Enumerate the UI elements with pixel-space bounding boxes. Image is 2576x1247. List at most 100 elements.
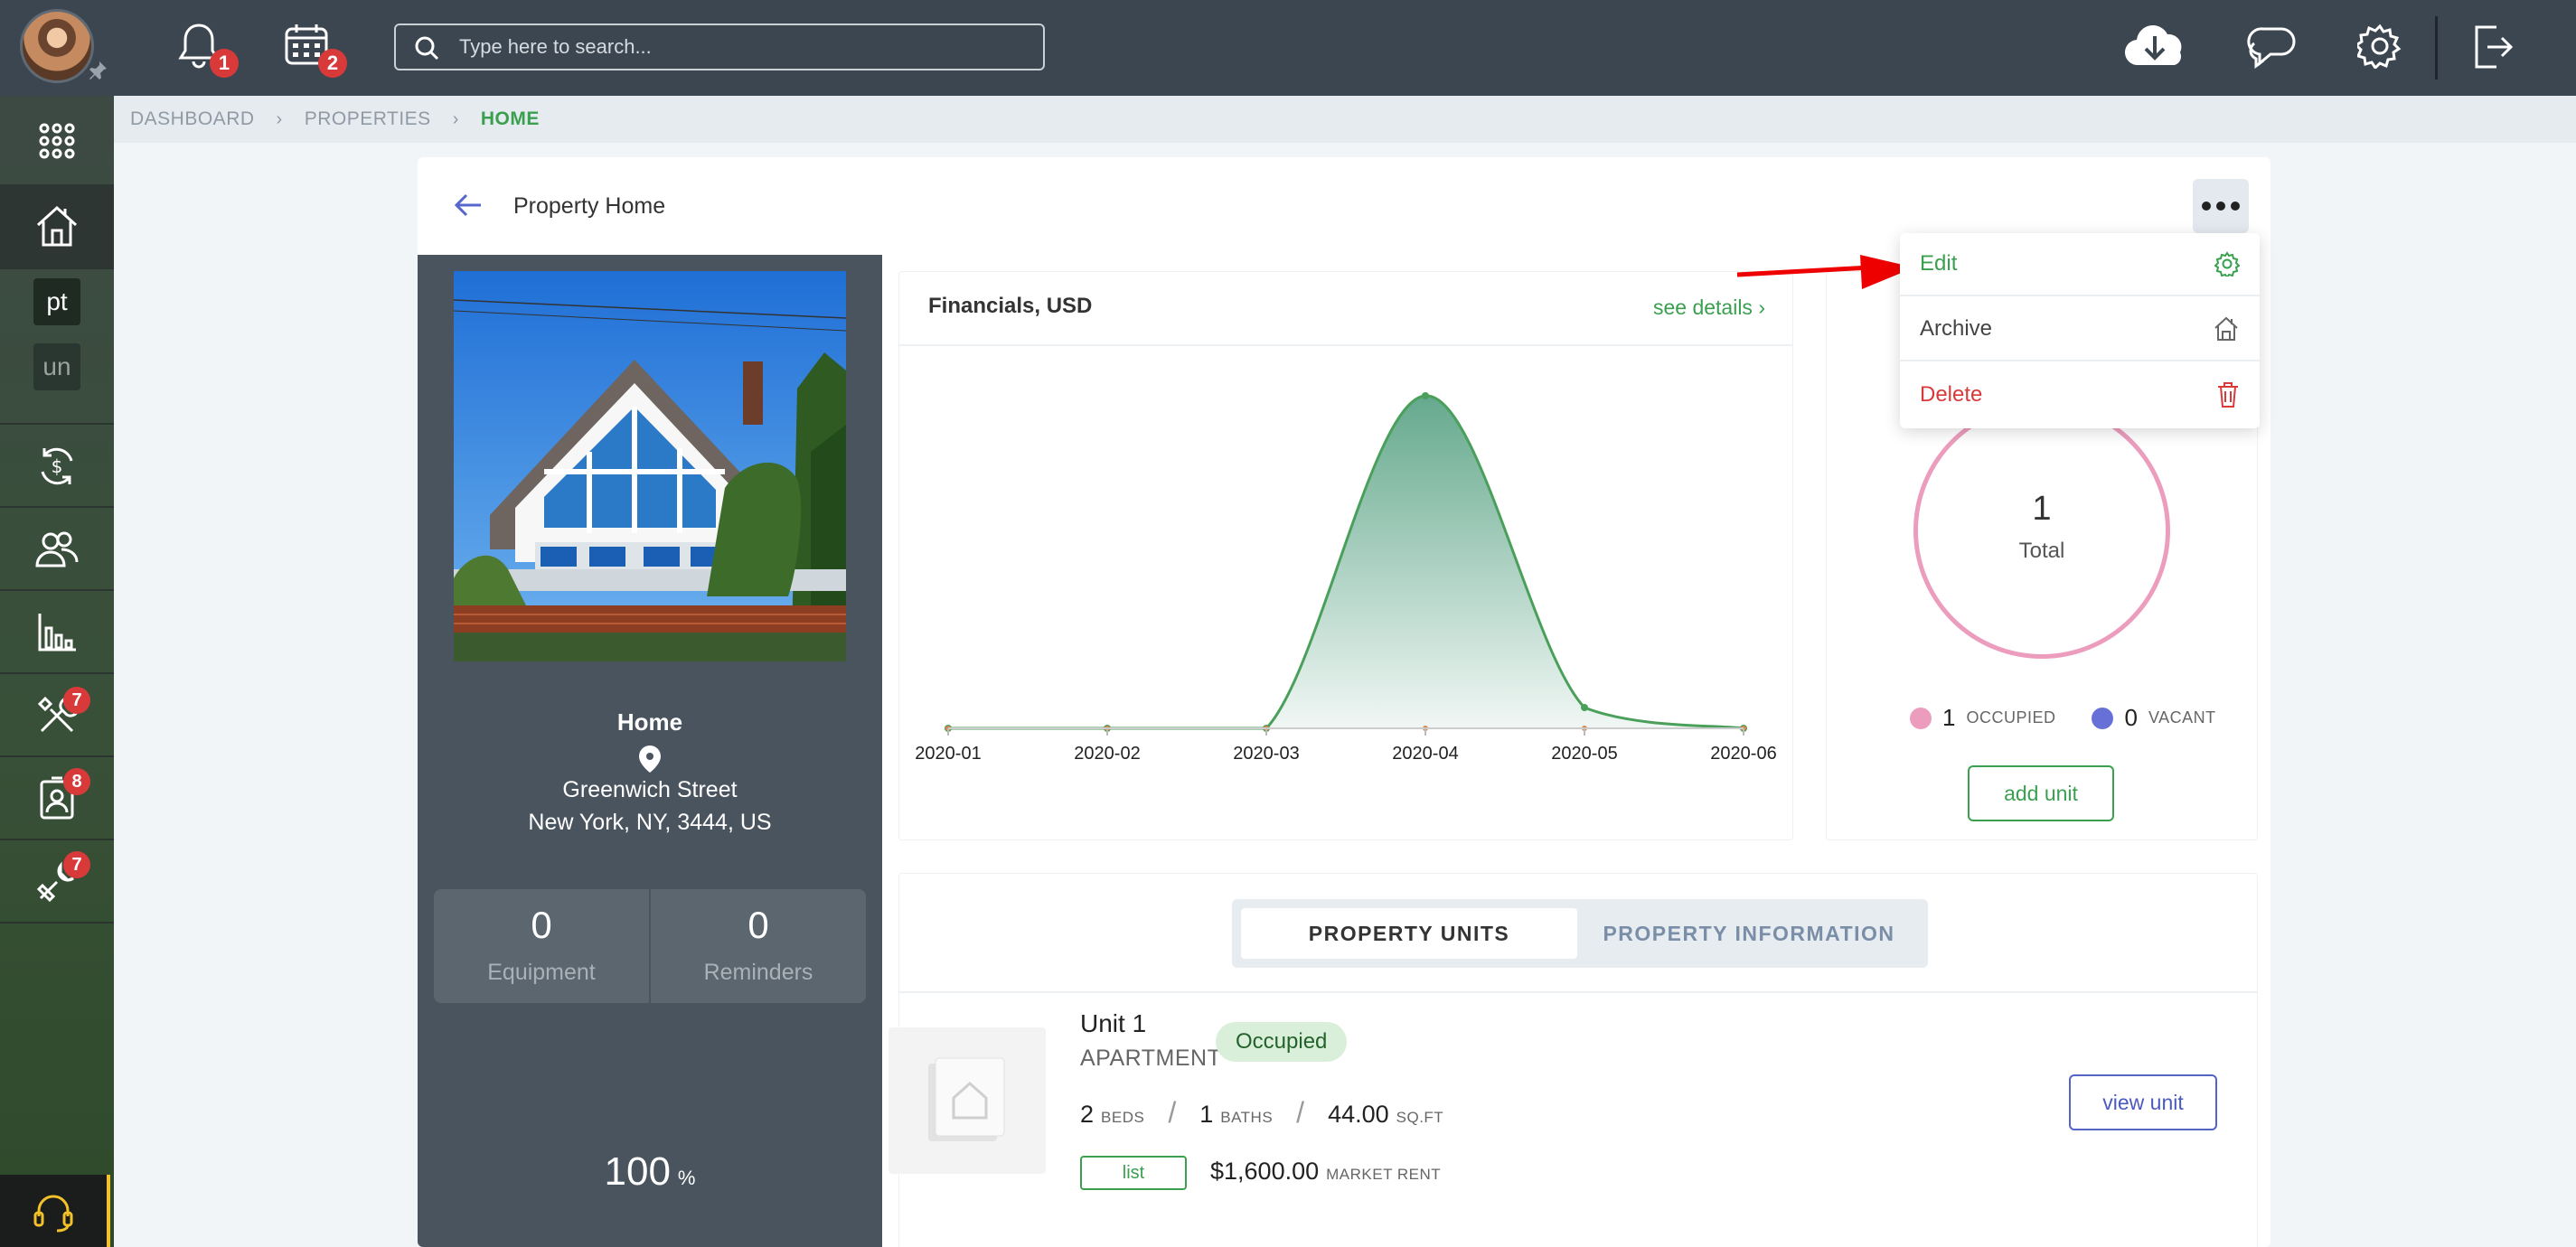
sidebar-item-contacts[interactable] [0,757,114,840]
vacant-count: 0 [2124,704,2138,731]
property-stats: 0 Equipment 0 Reminders [434,889,866,1003]
archive-house-icon [2214,316,2238,341]
unit-rent-label: MARKET RENT [1326,1166,1442,1183]
unit-name[interactable]: Unit 1 [1080,1009,1146,1038]
unit-status-badge: Occupied [1216,1022,1348,1062]
breadcrumb-bar: DASHBOARD › PROPERTIES › HOME [114,96,2576,143]
equipment-stat[interactable]: 0 Equipment [434,889,649,1003]
sidebar: pt un $ 7 8 7 [0,96,114,1247]
property-photo [454,271,846,661]
menu-item-delete[interactable]: Delete [1900,363,2260,427]
vacant-label: VACANT [2148,708,2216,727]
menu-item-delete-label: Delete [1920,382,1983,407]
location-pin-icon [639,745,661,773]
calendar-badge: 2 [318,49,347,78]
sidebar-item-properties[interactable] [0,184,114,267]
sidebar-item-pt[interactable]: pt [0,269,114,334]
unit-rent-value: $1,600.00 [1210,1158,1320,1185]
financials-chart: 2020-01 2020-02 2020-03 2020-04 2020-05 2020-… [915,392,1777,764]
unit-baths: 1 [1199,1101,1214,1128]
support-button[interactable] [0,1175,110,1247]
more-options-button[interactable] [2193,179,2249,233]
sidebar-item-pt-label: pt [33,278,80,325]
breadcrumb-properties[interactable]: PROPERTIES [305,108,431,130]
breadcrumb-dashboard[interactable]: DASHBOARD [130,108,255,130]
house-placeholder-icon [928,1057,1005,1141]
sidebar-item-reports[interactable] [0,591,114,674]
property-summary-panel: Home Greenwich Street New York, NY, 3444… [418,255,882,1247]
occupied-dot [1910,707,1932,729]
occupancy-legend: 1 OCCUPIED 0 VACANT [1910,704,2216,732]
see-details-link[interactable]: see details › [1653,295,1765,320]
financials-title: Financials, USD [928,294,1093,318]
total-units-label: Total [2018,539,2065,563]
unit-beds-label: BEDS [1101,1109,1145,1126]
sidebar-item-finance[interactable]: $ [0,425,114,508]
reminders-count: 0 [747,904,769,946]
occupied-label: OCCUPIED [1966,708,2056,727]
breadcrumb: DASHBOARD › PROPERTIES › HOME [130,108,540,130]
sidebar-item-services[interactable] [0,840,114,924]
settings-gear-icon[interactable] [2357,23,2402,69]
sidebar-item-maintenance[interactable] [0,674,114,757]
occupancy-percent-value: 100 [604,1149,671,1194]
svg-text:$: $ [52,455,63,477]
menu-item-archive[interactable]: Archive [1900,298,2260,361]
search-box [394,23,1045,70]
x-tick-label: 2020-06 [1710,744,1776,764]
data-point-0-4[interactable] [1581,704,1588,711]
page-title: Property Home [513,193,666,219]
sidebar-item-un[interactable]: un [0,334,114,399]
more-options-menu: Edit Archive Delete [1900,233,2260,428]
cloud-download-icon[interactable] [2124,22,2186,70]
unit-area-label: SQ.FT [1396,1109,1444,1126]
pin-icon[interactable] [87,60,108,81]
reminders-label: Reminders [703,960,813,985]
search-input[interactable] [459,25,1029,69]
unit-area: 44.00 [1328,1101,1389,1128]
notifications-button[interactable]: 1 [177,22,239,78]
sidebar-item-people[interactable] [0,508,114,591]
series-area [948,395,1744,728]
chevron-right-icon: › [1758,295,1765,319]
menu-item-edit-label: Edit [1920,251,1958,276]
unit-thumbnail[interactable] [888,1027,1046,1174]
unit-type: APARTMENT [1080,1045,1222,1071]
sidebar-services-badge: 7 [63,851,90,878]
sidebar-contacts-badge: 8 [63,768,90,795]
x-tick-label: 2020-04 [1392,744,1458,764]
money-cycle-icon: $ [41,447,73,485]
unit-baths-label: BATHS [1220,1109,1274,1126]
x-tick-label: 2020-05 [1551,744,1617,764]
x-tick-label: 2020-03 [1233,744,1299,764]
sidebar-maintenance-badge: 7 [63,687,90,714]
reminders-stat[interactable]: 0 Reminders [651,889,866,1003]
user-avatar[interactable] [20,9,94,83]
menu-item-edit[interactable]: Edit [1900,233,2260,296]
back-arrow-icon[interactable] [454,192,483,219]
sidebar-item-un-label: un [33,343,80,390]
unit-list-tag[interactable]: list [1080,1156,1187,1190]
add-unit-button[interactable]: add unit [1968,765,2114,821]
annotation-arrow [1736,255,1914,289]
tab-property-units[interactable]: PROPERTY UNITS [1241,908,1577,959]
chevron-right-icon: › [452,108,459,129]
financials-panel: Financials, USD see details › 2020-01 202… [898,271,1793,840]
data-point-0-3[interactable] [1422,392,1429,399]
breadcrumb-home: HOME [480,108,540,129]
chat-icon[interactable] [2247,23,2296,70]
sidebar-item-apps[interactable] [0,99,114,183]
logout-icon[interactable] [2471,23,2513,70]
tab-property-information[interactable]: PROPERTY INFORMATION [1579,908,1919,959]
unit-beds: 2 [1080,1101,1095,1128]
property-city: New York, NY, 3444, US [528,810,772,835]
calendar-button[interactable]: 2 [284,22,347,78]
equipment-count: 0 [531,904,552,946]
top-bar: 1 2 [0,0,2576,96]
occupied-count: 1 [1942,704,1956,731]
occupancy-percent: 100% [418,1149,882,1195]
property-street: Greenwich Street [562,777,738,802]
total-units-count: 1 [2032,490,2052,528]
unit-rent: $1,600.00 MARKET RENT [1210,1158,1441,1186]
view-unit-button[interactable]: view unit [2069,1074,2217,1130]
